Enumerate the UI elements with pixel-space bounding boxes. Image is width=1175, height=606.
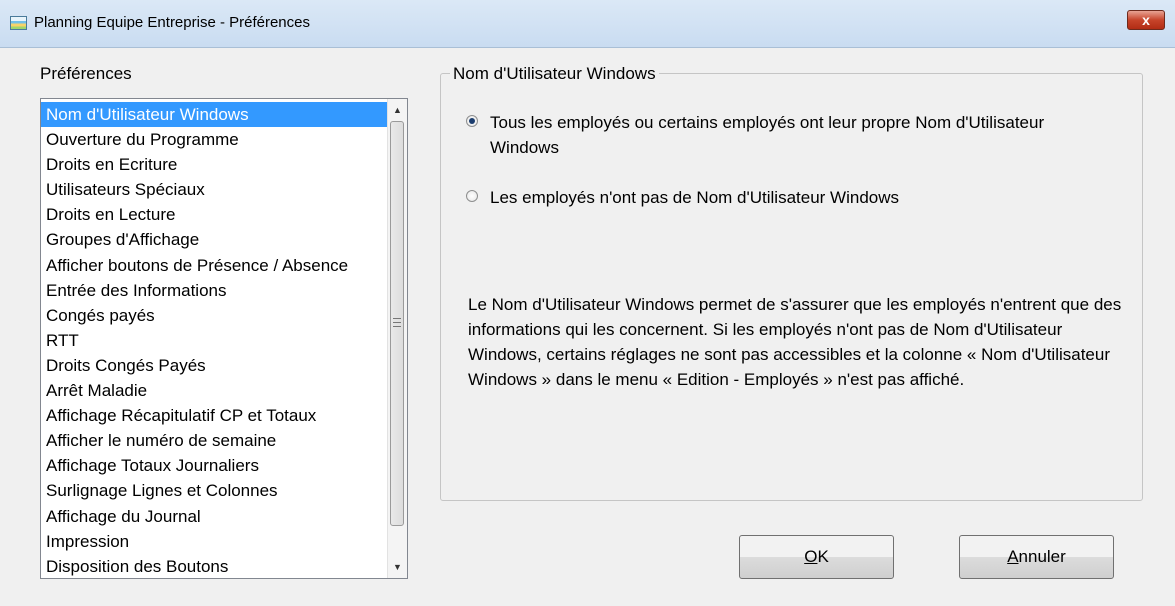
list-item-disposition-boutons[interactable]: Disposition des Boutons (41, 554, 387, 578)
scrollbar-grip-icon (393, 318, 401, 327)
list-item-nom-utilisateur-windows[interactable]: Nom d'Utilisateur Windows (41, 102, 387, 128)
cancel-button[interactable]: Annuler (959, 535, 1114, 579)
scrollbar-thumb[interactable] (390, 121, 404, 526)
list-item-groupes-affichage[interactable]: Groupes d'Affichage (41, 227, 387, 252)
list-item-droits-lecture[interactable]: Droits en Lecture (41, 202, 387, 227)
list-scrollbar[interactable]: ▲ ▼ (387, 99, 407, 578)
scroll-down-arrow-icon[interactable]: ▼ (388, 558, 407, 576)
radio-option-own-username[interactable]: Tous les employés ou certains employés o… (466, 110, 1086, 160)
list-item-surlignage[interactable]: Surlignage Lignes et Colonnes (41, 478, 387, 503)
radio-label-own-username[interactable]: Tous les employés ou certains employés o… (490, 110, 1086, 160)
list-item-numero-semaine[interactable]: Afficher le numéro de semaine (41, 428, 387, 453)
list-item-droits-conges-payes[interactable]: Droits Congés Payés (41, 353, 387, 378)
scroll-up-arrow-icon[interactable]: ▲ (388, 101, 407, 119)
list-item-ouverture-programme[interactable]: Ouverture du Programme (41, 127, 387, 152)
list-item-droits-ecriture[interactable]: Droits en Ecriture (41, 152, 387, 177)
groupbox-title: Nom d'Utilisateur Windows (450, 64, 659, 84)
list-item-recapitulatif-cp[interactable]: Affichage Récapitulatif CP et Totaux (41, 403, 387, 428)
window-title: Planning Equipe Entreprise - Préférences (34, 14, 310, 31)
list-item-rtt[interactable]: RTT (41, 328, 387, 353)
preferences-list: Nom d'Utilisateur Windows Ouverture du P… (41, 102, 387, 578)
radio-checked-icon[interactable] (466, 115, 478, 127)
cancel-mnemonic: A (1007, 547, 1019, 566)
close-button[interactable]: x (1127, 10, 1165, 30)
list-item-arret-maladie[interactable]: Arrêt Maladie (41, 378, 387, 403)
ok-mnemonic: O (804, 547, 818, 566)
app-calendar-icon (10, 16, 27, 30)
radio-unchecked-icon[interactable] (466, 190, 478, 202)
title-bar: Planning Equipe Entreprise - Préférences… (0, 0, 1175, 48)
list-item-utilisateurs-speciaux[interactable]: Utilisateurs Spéciaux (41, 177, 387, 202)
cancel-label-rest: nnuler (1018, 547, 1066, 566)
list-item-boutons-presence[interactable]: Afficher boutons de Présence / Absence (41, 253, 387, 278)
close-icon: x (1142, 12, 1150, 28)
radio-label-no-username[interactable]: Les employés n'ont pas de Nom d'Utilisat… (490, 185, 899, 210)
radio-option-no-username[interactable]: Les employés n'ont pas de Nom d'Utilisat… (466, 185, 1086, 210)
list-item-entree-informations[interactable]: Entrée des Informations (41, 278, 387, 303)
list-item-affichage-journal[interactable]: Affichage du Journal (41, 504, 387, 529)
list-item-conges-payes[interactable]: Congés payés (41, 303, 387, 328)
ok-button[interactable]: OK (739, 535, 894, 579)
list-item-totaux-journaliers[interactable]: Affichage Totaux Journaliers (41, 453, 387, 478)
preferences-label: Préférences (40, 64, 132, 83)
list-item-impression[interactable]: Impression (41, 529, 387, 554)
preferences-listbox[interactable]: Nom d'Utilisateur Windows Ouverture du P… (40, 98, 408, 579)
ok-label-rest: K (817, 547, 829, 566)
description-text: Le Nom d'Utilisateur Windows permet de s… (468, 295, 1122, 389)
